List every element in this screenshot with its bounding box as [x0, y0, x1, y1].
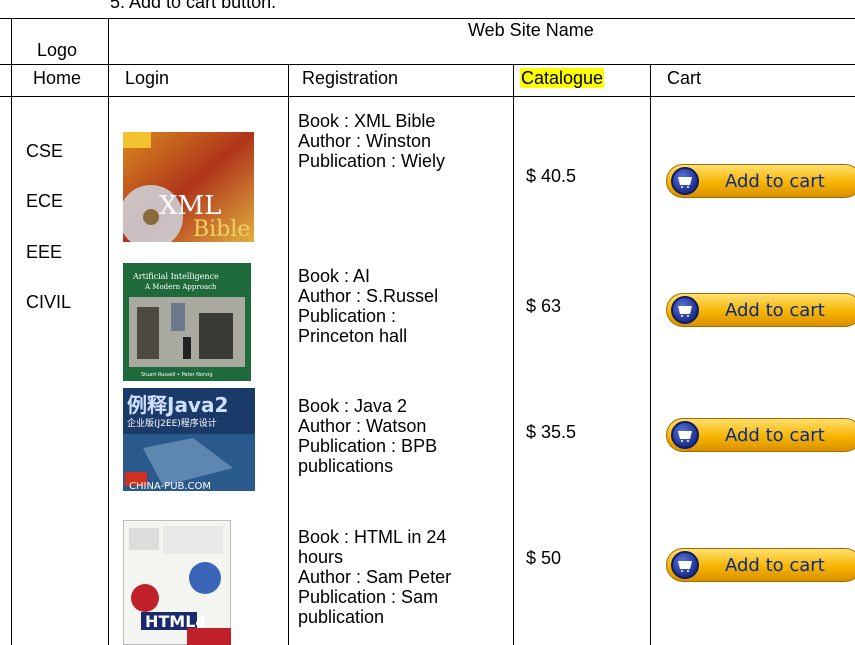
book-title-cont: hours: [298, 547, 344, 567]
category-civil[interactable]: CIVIL: [26, 292, 71, 312]
svg-text:Artificial Intelligence: Artificial Intelligence: [132, 272, 219, 281]
book-title: Book : HTML in 24: [298, 527, 447, 547]
book-price: $ 50: [526, 548, 562, 568]
add-to-cart-label: Add to cart: [725, 554, 825, 576]
book-author: Author : S.Russel: [298, 286, 439, 306]
book-publication: Publication : Wiely: [298, 151, 446, 171]
nav-login[interactable]: Login: [125, 68, 169, 88]
book-cover-xml-bible: XML Bible: [123, 132, 254, 242]
book-author: Author : Winston: [298, 131, 432, 151]
shopping-basket-icon: [671, 167, 699, 195]
shopping-basket-icon: [671, 296, 699, 324]
svg-text:企业版(J2EE)程序设计: 企业版(J2EE)程序设计: [127, 417, 217, 429]
category-eee[interactable]: EEE: [26, 242, 62, 262]
shopping-basket-icon: [671, 421, 699, 449]
nav-catalogue-label: Catalogue: [520, 68, 605, 88]
book-price: $ 63: [526, 296, 562, 316]
logo-placeholder: Logo: [37, 40, 78, 60]
book-info: Book : HTML in 24 hours Author : Sam Pet…: [298, 527, 451, 627]
svg-text:例释Java2: 例释Java2: [127, 393, 228, 417]
book-publication-cont: Princeton hall: [298, 326, 408, 346]
book-cover-java2: 例释Java2 企业版(J2EE)程序设计 CHINA-PUB.COM: [123, 388, 255, 491]
book-title: Book : Java 2: [298, 396, 408, 416]
add-to-cart-button[interactable]: Add to cart: [666, 418, 855, 452]
svg-text:Bible: Bible: [193, 217, 250, 242]
nav-cart[interactable]: Cart: [667, 68, 701, 88]
svg-text:A Modern Approach: A Modern Approach: [144, 283, 217, 291]
book-title: Book : XML Bible: [298, 111, 436, 131]
book-author: Author : Watson: [298, 416, 427, 436]
shopping-basket-icon: [671, 551, 699, 579]
site-name: Web Site Name: [468, 20, 594, 40]
book-publication: Publication : BPB: [298, 436, 438, 456]
nav-registration[interactable]: Registration: [302, 68, 398, 88]
add-to-cart-button[interactable]: Add to cart: [666, 164, 855, 198]
book-title: Book : AI: [298, 266, 371, 286]
nav-catalogue[interactable]: Catalogue: [520, 68, 605, 88]
svg-text:Stuart Russell • Peter Norvig: Stuart Russell • Peter Norvig: [141, 372, 213, 378]
nav-home[interactable]: Home: [33, 68, 81, 88]
book-publication-cont: publications: [298, 456, 394, 476]
svg-text:CHINA-PUB.COM: CHINA-PUB.COM: [129, 481, 211, 491]
book-cover-ai: Artificial Intelligence A Modern Approac…: [123, 263, 251, 381]
add-to-cart-label: Add to cart: [725, 299, 825, 321]
book-publication: Publication :: [298, 306, 397, 326]
add-to-cart-button[interactable]: Add to cart: [666, 548, 855, 582]
category-cse[interactable]: CSE: [26, 141, 63, 161]
book-publication: Publication : Sam: [298, 587, 439, 607]
add-to-cart-label: Add to cart: [725, 424, 825, 446]
book-cover-html4: HTML4: [123, 520, 231, 645]
book-info: Book : Java 2 Author : Watson Publicatio…: [298, 396, 437, 476]
category-ece[interactable]: ECE: [26, 191, 63, 211]
add-to-cart-label: Add to cart: [725, 170, 825, 192]
book-info: Book : XML Bible Author : Winston Public…: [298, 111, 445, 171]
book-price: $ 40.5: [526, 166, 577, 186]
add-to-cart-button[interactable]: Add to cart: [666, 293, 855, 327]
book-author: Author : Sam Peter: [298, 567, 452, 587]
book-publication-cont: publication: [298, 607, 385, 627]
book-price: $ 35.5: [526, 422, 577, 442]
book-info: Book : AI Author : S.Russel Publication …: [298, 266, 438, 346]
